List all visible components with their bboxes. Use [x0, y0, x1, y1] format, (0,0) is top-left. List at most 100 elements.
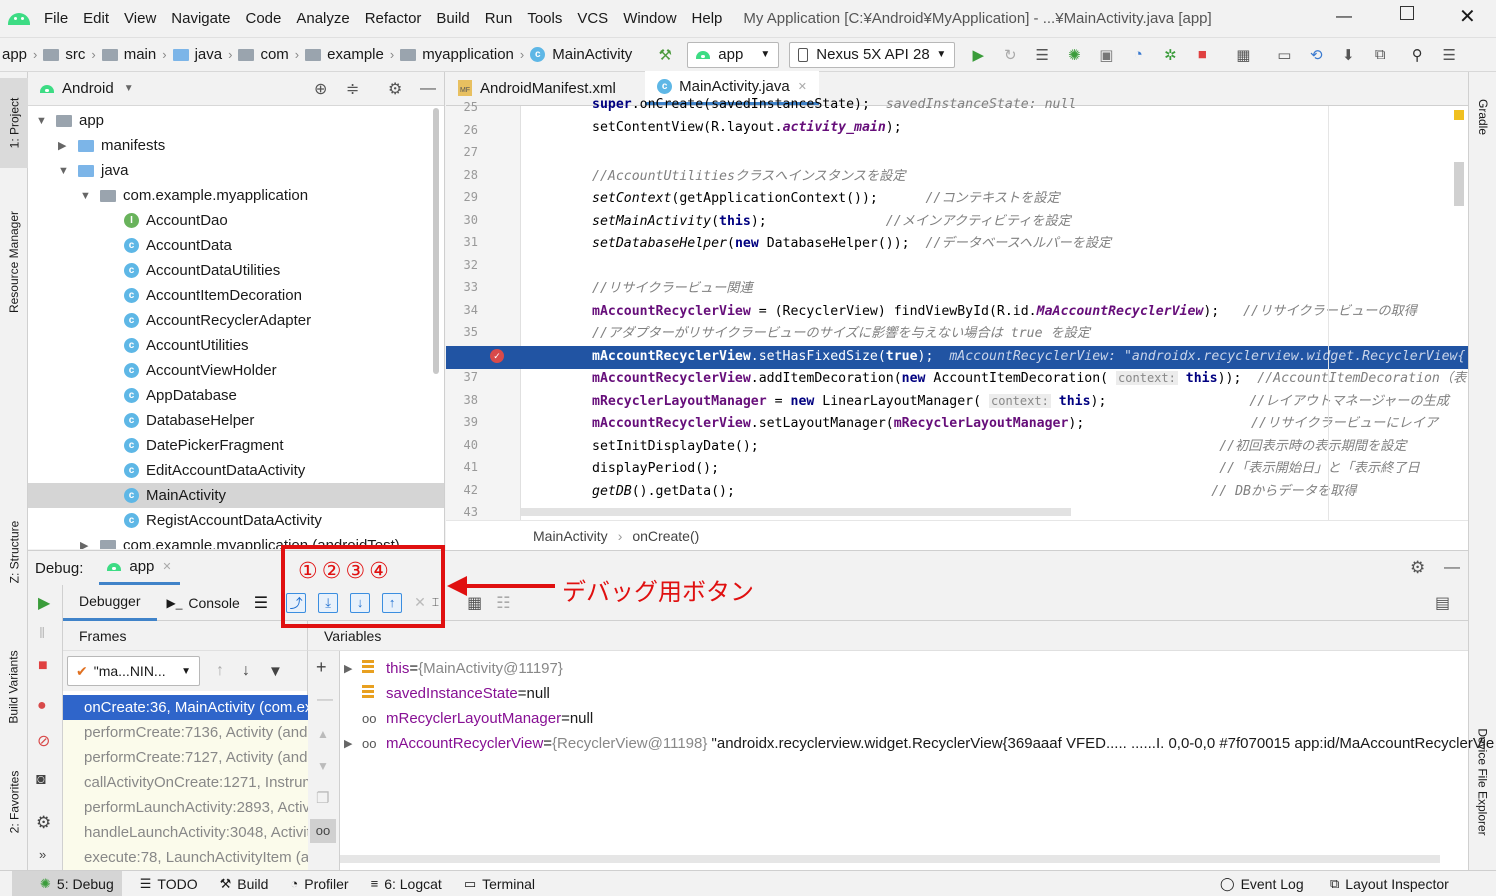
minimize-icon[interactable]: —	[1336, 8, 1352, 26]
variable-row[interactable]: ▶ oo mAccountRecyclerView = {RecyclerView@…	[340, 731, 1494, 756]
chevron-right-icon[interactable]: ▶	[58, 139, 72, 152]
stack-frame[interactable]: callActivityOnCreate:1271, Instrum	[63, 770, 308, 795]
tree-item[interactable]: c AccountItemDecoration	[28, 283, 444, 308]
debug-icon[interactable]: ✺	[1063, 44, 1085, 66]
run-config-select[interactable]: app ▼	[687, 41, 780, 68]
code-line[interactable]: setDatabaseHelper(new DatabaseHelper());…	[592, 232, 1111, 251]
stack-frame[interactable]: execute:78, LaunchActivityItem (an	[63, 845, 308, 870]
status-tab-profiler[interactable]: ◔ Profiler	[290, 876, 348, 892]
tree-item[interactable]: ▼ java	[28, 158, 444, 183]
tree-item[interactable]: c EditAccountDataActivity	[28, 458, 444, 483]
tree-item[interactable]: c AccountUtilities	[28, 333, 444, 358]
code-line[interactable]: getDB().getData(); // DBからデータを取得	[592, 480, 1357, 499]
tab-structure[interactable]: Z: Structure	[0, 512, 28, 592]
status-tab-layout-inspector[interactable]: ⧉ Layout Inspector	[1330, 876, 1449, 892]
sdk-manager-icon[interactable]: ⬇	[1337, 44, 1359, 66]
gear-icon[interactable]: ⚙	[1410, 558, 1425, 578]
apply-code-changes-icon[interactable]: ☰	[1031, 44, 1053, 66]
tree-item[interactable]: c RegistAccountDataActivity	[28, 508, 444, 533]
status-tab-event-log[interactable]: ◯ Event Log	[1220, 876, 1304, 892]
code-line[interactable]: //AccountUtilitiesクラスへインスタンスを設定	[592, 165, 906, 184]
restore-layout-icon[interactable]: ▤	[1435, 593, 1450, 613]
mute-breakpoints-icon[interactable]: ⊘	[37, 731, 50, 751]
breadcrumb-item[interactable]: example ›	[305, 46, 394, 63]
menu-navigate[interactable]: Navigate	[171, 10, 230, 27]
chevron-right-icon[interactable]: ▶	[340, 662, 362, 675]
sync-gradle-icon[interactable]: ⟲	[1305, 44, 1327, 66]
arrow-down-icon[interactable]: ↓	[242, 662, 250, 680]
coverage-icon[interactable]: ▣	[1095, 44, 1117, 66]
tree-item[interactable]: c AccountDataUtilities	[28, 258, 444, 283]
menu-analyze[interactable]: Analyze	[296, 10, 349, 27]
code-line[interactable]: super.onCreate(savedInstanceState); save…	[592, 97, 1076, 112]
menu-tools[interactable]: Tools	[527, 10, 562, 27]
code-line[interactable]: //アダプターがリサイクラービューのサイズに影響を与えない場合は true を設…	[592, 322, 1090, 341]
breadcrumb-item[interactable]: java ›	[172, 46, 232, 63]
breadcrumb-item[interactable]: src ›	[43, 46, 96, 63]
menu-file[interactable]: File	[44, 10, 68, 27]
profile-icon[interactable]: ◔	[1127, 44, 1149, 66]
menu-build[interactable]: Build	[436, 10, 469, 27]
hide-panel-icon[interactable]: —	[420, 80, 436, 98]
show-watches-icon[interactable]: oo	[310, 819, 336, 843]
tree-item[interactable]: c AccountData	[28, 233, 444, 258]
code-line[interactable]: mRecyclerLayoutManager = new LinearLayou…	[592, 390, 1449, 409]
camera-icon[interactable]: ◙	[36, 771, 46, 789]
menu-edit[interactable]: Edit	[83, 10, 109, 27]
tab-console[interactable]: ▶_ Console	[157, 595, 250, 611]
make-project-hammer-icon[interactable]: ⚒	[654, 44, 676, 66]
breadcrumb-item[interactable]: myapplication ›	[400, 46, 524, 63]
tree-scrollbar[interactable]	[433, 108, 439, 374]
gear-icon[interactable]: ⚙	[388, 79, 402, 99]
code-line[interactable]: mAccountRecyclerView = (RecyclerView) fi…	[592, 300, 1417, 319]
status-tab-terminal[interactable]: ▭ Terminal	[464, 876, 535, 892]
stop-icon[interactable]: ■	[1191, 44, 1213, 66]
code-line[interactable]: setMainActivity(this); //メインアクティビティを設定	[592, 210, 1071, 229]
thread-select[interactable]: ✔ "ma...NIN... ▼	[67, 656, 200, 686]
editor-breadcrumb-method[interactable]: onCreate()	[632, 528, 699, 544]
filter-icon[interactable]: ▼	[268, 663, 283, 680]
project-view-select[interactable]: Android	[62, 80, 114, 97]
tree-item[interactable]: ▼ app	[28, 108, 444, 133]
stop-icon[interactable]: ■	[38, 657, 48, 675]
editor-breadcrumb-class[interactable]: MainActivity	[533, 528, 608, 544]
menu-help[interactable]: Help	[692, 10, 723, 27]
vcs-icon[interactable]: ☰	[1438, 44, 1460, 66]
close-icon[interactable]: ✕	[798, 80, 807, 93]
breadcrumb-item[interactable]: main ›	[101, 46, 167, 63]
move-down-icon[interactable]: ▼	[317, 759, 329, 773]
code-line[interactable]: mAccountRecyclerView.setHasFixedSize(tru…	[592, 349, 1465, 364]
tree-item[interactable]: ▼ com.example.myapplication	[28, 183, 444, 208]
variable-row[interactable]: savedInstanceState = null	[340, 681, 550, 706]
apply-changes-icon[interactable]: ↻	[999, 44, 1021, 66]
menu-code[interactable]: Code	[245, 10, 281, 27]
close-icon[interactable]: ✕	[162, 560, 171, 573]
status-tab-todo[interactable]: ☰ TODO	[140, 876, 198, 892]
editor-vscrollbar[interactable]	[1454, 162, 1464, 206]
attach-debugger-icon[interactable]: ✲	[1159, 44, 1181, 66]
stack-frame[interactable]: performCreate:7136, Activity (and	[63, 720, 308, 745]
code-line[interactable]: setInitDisplayDate(); //初回表示時の表示期間を設定	[592, 435, 1407, 454]
tab-build-variants[interactable]: Build Variants	[0, 637, 28, 737]
variables-hscrollbar[interactable]	[340, 855, 1440, 863]
status-tab-build[interactable]: ⚒ Build	[220, 876, 269, 892]
code-line[interactable]: displayPeriod(); //「表示開始日」と「表示終了日	[592, 457, 1420, 476]
stack-frame[interactable]: onCreate:36, MainActivity (com.ex	[63, 695, 308, 720]
run-icon[interactable]: ▶	[967, 44, 989, 66]
view-breakpoints-icon[interactable]: ●	[37, 697, 47, 715]
menu-view[interactable]: View	[124, 10, 156, 27]
tree-item[interactable]: c AccountViewHolder	[28, 358, 444, 383]
locate-icon[interactable]: ⊕	[314, 79, 327, 99]
tab-project[interactable]: 1: Project	[0, 78, 28, 168]
close-icon[interactable]: ✕	[1459, 4, 1476, 29]
more-icon[interactable]: »	[39, 847, 46, 862]
code-line[interactable]: mAccountRecyclerView.addItemDecoration(n…	[592, 367, 1466, 386]
breadcrumb-item[interactable]: com ›	[238, 46, 299, 63]
chevron-down-icon[interactable]: ▼	[80, 190, 94, 202]
tree-item[interactable]: I AccountDao	[28, 208, 444, 233]
tab-resource-manager[interactable]: Resource Manager	[0, 202, 28, 322]
breadcrumb-item[interactable]: c MainActivity	[530, 46, 632, 63]
breakpoint-icon[interactable]: ✓	[490, 349, 504, 363]
code-line[interactable]: mAccountRecyclerView.setLayoutManager(mR…	[592, 412, 1438, 431]
remove-watch-icon[interactable]: —	[317, 691, 333, 709]
